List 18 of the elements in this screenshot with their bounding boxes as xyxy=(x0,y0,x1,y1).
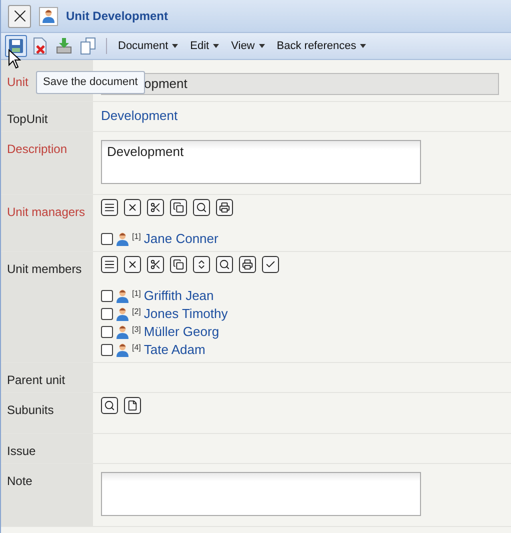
field-label: Unit managers xyxy=(7,205,86,219)
field-label: Issue xyxy=(7,444,36,458)
index-number: [4] xyxy=(132,342,141,354)
index-number: [2] xyxy=(132,306,141,318)
window-title: Unit Development xyxy=(66,8,168,25)
index-number: [3] xyxy=(132,324,141,336)
field-label: TopUnit xyxy=(7,112,48,126)
field-label: Note xyxy=(7,474,32,488)
field-label: Unit members xyxy=(7,262,82,276)
field-label: Parent unit xyxy=(7,373,66,387)
field-value: opment xyxy=(144,75,188,94)
field-label: Description xyxy=(7,142,68,156)
index-number: [1] xyxy=(132,288,141,300)
field-label: Unit xyxy=(7,75,28,89)
text-value: Development xyxy=(107,144,184,159)
index-number: [1] xyxy=(132,231,141,243)
field-label: Subunits xyxy=(7,403,54,417)
tooltip: Save the document xyxy=(36,71,145,94)
